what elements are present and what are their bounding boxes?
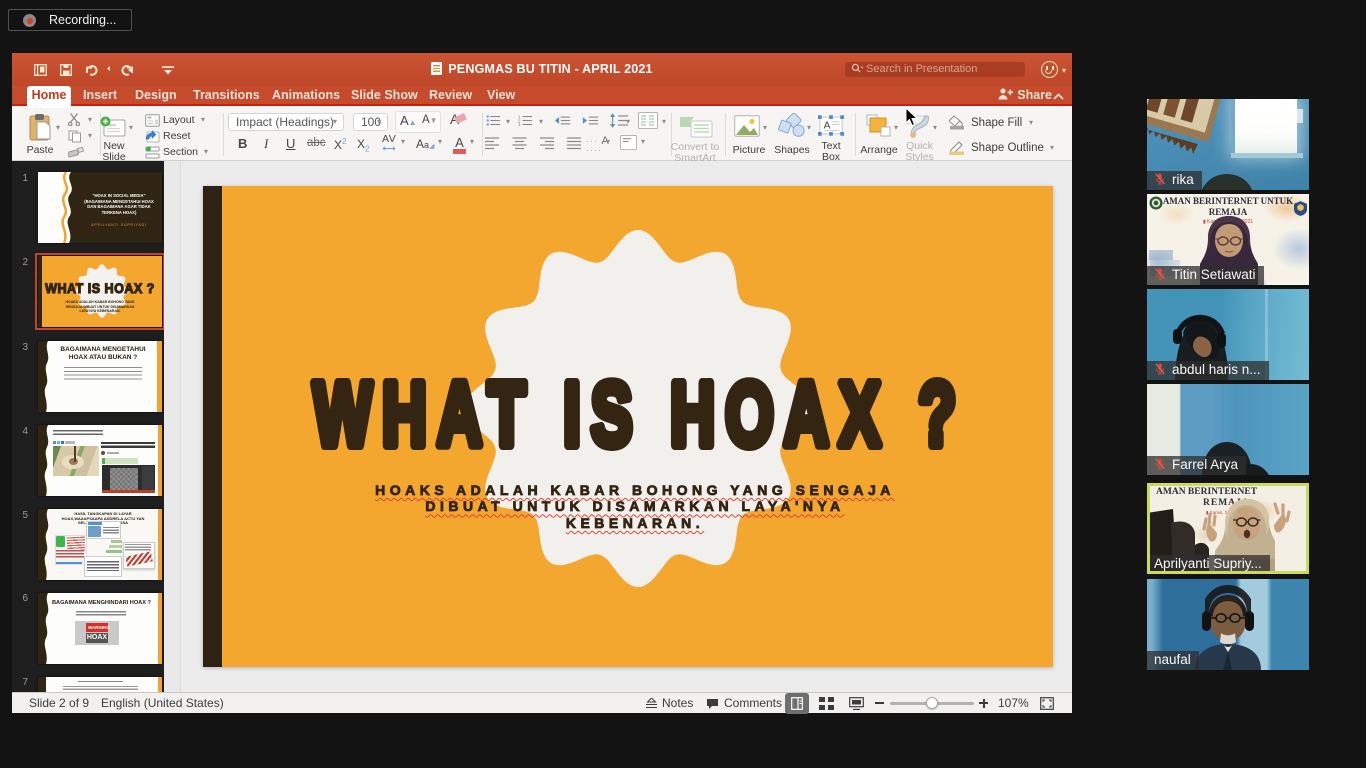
svg-text:WHAT IS HOAX ?: WHAT IS HOAX ? xyxy=(313,365,966,465)
svg-text:A: A xyxy=(824,120,831,131)
svg-text:3: 3 xyxy=(518,122,521,127)
